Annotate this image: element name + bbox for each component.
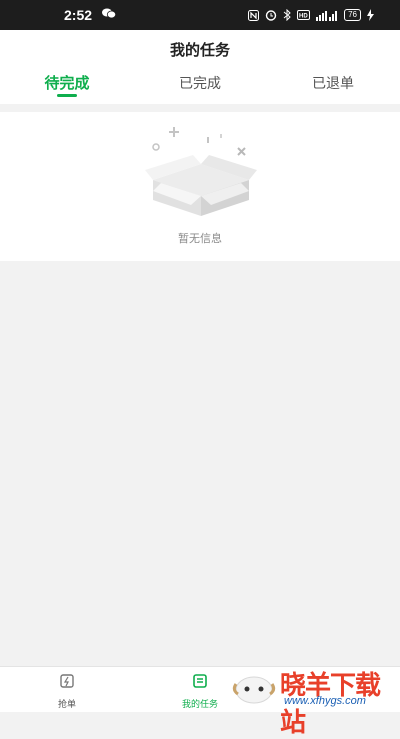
hd-icon: HD <box>297 8 311 22</box>
tab-pending[interactable]: 待完成 <box>17 72 117 93</box>
page-title: 我的任务 <box>169 41 230 59</box>
watermark-url: www.xfhygs.com <box>284 695 366 707</box>
empty-box-icon <box>145 125 257 224</box>
grab-order-icon <box>27 673 107 692</box>
nav-item-grab-order[interactable]: 抢单 <box>27 673 107 710</box>
empty-state-text: 暂无信息 <box>178 232 222 245</box>
watermark: 晓羊下载站 www.xfhygs.com <box>228 664 400 738</box>
svg-text:HD: HD <box>299 14 308 20</box>
wechat-icon <box>102 6 117 24</box>
status-bar: 2:52 HD 76 <box>0 0 400 30</box>
bluetooth-icon <box>283 8 291 22</box>
tab-indicator <box>57 94 77 97</box>
tab-completed[interactable]: 已完成 <box>150 73 250 93</box>
task-list-area <box>0 261 400 666</box>
signal-icon <box>316 8 338 22</box>
nfc-icon <box>248 8 260 22</box>
sheep-logo-icon <box>232 672 276 710</box>
header: 我的任务 待完成 已完成 已退单 <box>0 30 400 104</box>
nav-label-grab-order: 抢单 <box>57 700 76 710</box>
status-time: 2:52 <box>64 7 93 23</box>
tab-cancelled[interactable]: 已退单 <box>283 73 383 93</box>
alarm-icon <box>265 8 277 22</box>
charging-icon <box>367 8 374 22</box>
battery-icon: 76 <box>344 9 361 21</box>
